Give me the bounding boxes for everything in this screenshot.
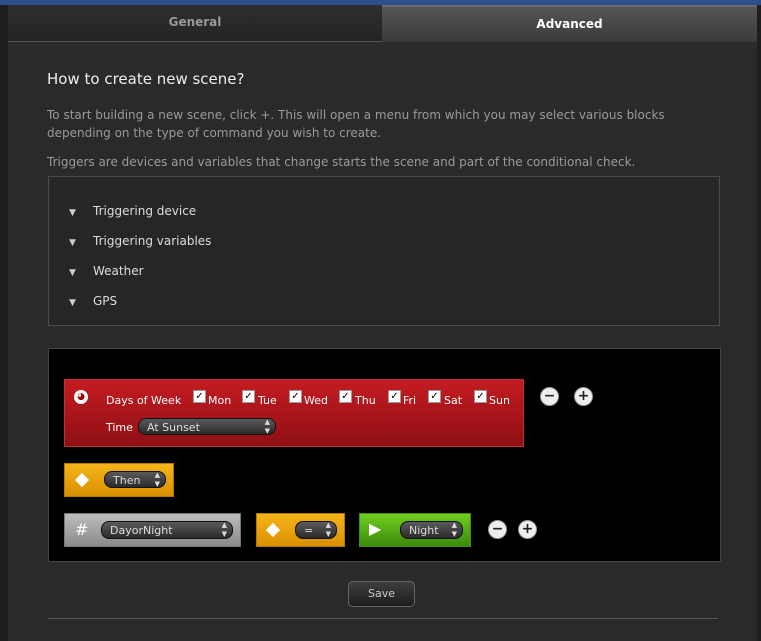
select-arrows-icon: ▲ ▼ bbox=[154, 471, 160, 488]
checkbox-thu[interactable]: ✓ bbox=[339, 390, 352, 403]
clock-icon: ◕ bbox=[74, 390, 88, 404]
checkbox-sun[interactable]: ✓ bbox=[474, 390, 487, 403]
diamond-icon bbox=[74, 472, 90, 488]
trigger-label: Weather bbox=[93, 264, 144, 278]
page-title: How to create new scene? bbox=[47, 70, 245, 88]
trigger-item-variables[interactable]: ▼ Triggering variables bbox=[69, 234, 211, 248]
time-label: Time bbox=[106, 421, 133, 434]
operator-block[interactable]: = ▲ ▼ bbox=[256, 513, 345, 547]
select-arrows-icon: ▲ ▼ bbox=[451, 521, 457, 538]
hash-icon: # bbox=[75, 520, 89, 539]
select-arrows-icon: ▲ ▼ bbox=[221, 521, 227, 538]
triggers-list: ▼ Triggering device ▼ Triggering variables… bbox=[48, 176, 720, 326]
diamond-icon bbox=[265, 522, 281, 538]
day-label-thu: Thu bbox=[355, 394, 376, 407]
trigger-label: Triggering device bbox=[93, 204, 197, 218]
select-arrows-icon: ▲ ▼ bbox=[264, 418, 270, 435]
chevron-down-icon: ▼ bbox=[69, 268, 76, 278]
tab-bar: General Advanced bbox=[8, 5, 757, 43]
operator-select[interactable]: = ▲ ▼ bbox=[295, 521, 337, 539]
scene-editor: ◕ Days of Week ✓ Mon ✓ Tue ✓ Wed ✓ Thu ✓… bbox=[48, 348, 721, 562]
then-block[interactable]: Then ▲ ▼ bbox=[64, 463, 174, 497]
chevron-down-icon: ▼ bbox=[69, 208, 76, 218]
then-select-value: Then bbox=[113, 474, 141, 487]
day-label-wed: Wed bbox=[304, 394, 328, 407]
operator-select-value: = bbox=[304, 524, 314, 537]
advanced-panel: How to create new scene? To start buildi… bbox=[8, 42, 757, 641]
day-label-mon: Mon bbox=[208, 394, 232, 407]
trigger-item-weather[interactable]: ▼ Weather bbox=[69, 264, 144, 278]
remove-action-button[interactable]: − bbox=[488, 520, 507, 539]
then-select[interactable]: Then ▲ ▼ bbox=[104, 471, 166, 488]
triggers-note: Triggers are devices and variables that … bbox=[47, 155, 636, 169]
day-label-fri: Fri bbox=[403, 394, 417, 407]
tab-general[interactable]: General bbox=[8, 5, 382, 42]
chevron-down-icon: ▼ bbox=[69, 298, 76, 308]
chevron-down-icon: ▼ bbox=[69, 238, 76, 248]
add-condition-button[interactable]: + bbox=[574, 387, 593, 406]
checkbox-tue[interactable]: ✓ bbox=[242, 390, 255, 403]
checkbox-sat[interactable]: ✓ bbox=[428, 390, 441, 403]
time-select-value: At Sunset bbox=[147, 421, 200, 434]
day-label-sat: Sat bbox=[444, 394, 463, 407]
value-block[interactable]: ▶ Night ▲ ▼ bbox=[359, 513, 471, 547]
trigger-item-device[interactable]: ▼ Triggering device bbox=[69, 204, 196, 218]
trigger-label: GPS bbox=[93, 294, 118, 308]
days-of-week-label: Days of Week bbox=[106, 394, 182, 407]
trigger-item-gps[interactable]: ▼ GPS bbox=[69, 294, 117, 308]
time-select[interactable]: At Sunset ▲ ▼ bbox=[138, 418, 276, 435]
checkbox-fri[interactable]: ✓ bbox=[388, 390, 401, 403]
day-label-sun: Sun bbox=[489, 394, 510, 407]
add-action-button[interactable]: + bbox=[518, 520, 537, 539]
variable-select[interactable]: DayorNight ▲ ▼ bbox=[101, 521, 233, 539]
value-select-value: Night bbox=[409, 524, 439, 537]
variable-select-value: DayorNight bbox=[110, 524, 173, 537]
save-button[interactable]: Save bbox=[348, 581, 415, 607]
value-select[interactable]: Night ▲ ▼ bbox=[400, 521, 463, 539]
tab-advanced[interactable]: Advanced bbox=[382, 5, 757, 43]
divider bbox=[48, 618, 718, 619]
remove-condition-button[interactable]: − bbox=[540, 387, 559, 406]
checkbox-mon[interactable]: ✓ bbox=[193, 390, 206, 403]
variable-block[interactable]: # DayorNight ▲ ▼ bbox=[64, 513, 241, 547]
day-label-tue: Tue bbox=[258, 394, 277, 407]
checkbox-wed[interactable]: ✓ bbox=[289, 390, 302, 403]
intro-text: To start building a new scene, click +. … bbox=[47, 108, 665, 140]
select-arrows-icon: ▲ ▼ bbox=[325, 521, 331, 538]
trigger-label: Triggering variables bbox=[93, 234, 212, 248]
play-icon: ▶ bbox=[369, 519, 382, 538]
time-condition-block[interactable]: ◕ Days of Week ✓ Mon ✓ Tue ✓ Wed ✓ Thu ✓… bbox=[64, 379, 524, 447]
